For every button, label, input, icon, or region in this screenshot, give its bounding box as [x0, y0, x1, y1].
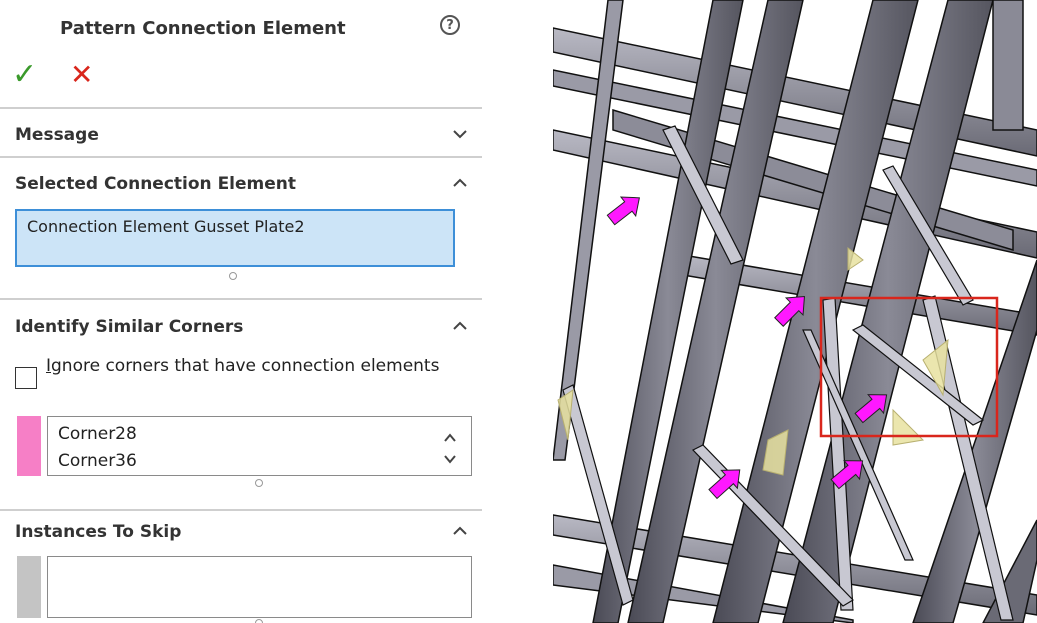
property-manager-panel: Pattern Connection Element ? ✓ ✕ Message… — [0, 0, 482, 623]
scroll-down-icon[interactable] — [443, 450, 457, 464]
instances-to-skip-list[interactable] — [47, 556, 472, 618]
resize-handle-icon[interactable] — [255, 619, 263, 623]
help-icon[interactable]: ? — [440, 15, 460, 35]
resize-handle-icon[interactable] — [229, 272, 237, 280]
divider — [0, 298, 482, 300]
steel-frame-model[interactable] — [553, 0, 1037, 623]
chevron-up-icon[interactable] — [452, 318, 468, 334]
divider — [0, 107, 482, 109]
ignore-corners-checkbox[interactable] — [15, 367, 37, 389]
list-item[interactable]: Corner28 — [58, 424, 137, 444]
section-header-selected-connection-element[interactable]: Selected Connection Element — [15, 174, 296, 194]
section-header-message[interactable]: Message — [15, 125, 99, 145]
chevron-down-icon[interactable] — [452, 126, 468, 142]
divider — [0, 156, 482, 158]
panel-title: Pattern Connection Element — [60, 18, 346, 39]
graphics-viewport[interactable] — [553, 0, 1037, 623]
skip-color-swatch — [17, 556, 41, 618]
selected-connection-element-box[interactable]: Connection Element Gusset Plate2 — [15, 209, 455, 267]
corners-list[interactable]: Corner28 Corner36 — [47, 416, 472, 476]
list-item[interactable]: Corner36 — [58, 451, 137, 471]
scroll-up-icon[interactable] — [443, 429, 457, 442]
chevron-up-icon[interactable] — [452, 175, 468, 191]
ignore-corners-label-text: gnore corners that have connection eleme… — [51, 356, 440, 376]
section-header-instances-to-skip[interactable]: Instances To Skip — [15, 522, 181, 542]
ok-button[interactable]: ✓ — [12, 60, 37, 90]
cancel-button[interactable]: ✕ — [70, 61, 93, 89]
resize-handle-icon[interactable] — [255, 479, 263, 487]
corner-color-swatch — [17, 416, 41, 476]
divider — [0, 509, 482, 511]
selected-connection-element-value: Connection Element Gusset Plate2 — [27, 217, 305, 236]
section-header-identify-similar-corners[interactable]: Identify Similar Corners — [15, 317, 243, 337]
chevron-up-icon[interactable] — [452, 523, 468, 539]
ignore-corners-label[interactable]: Ignore corners that have connection elem… — [46, 355, 466, 377]
